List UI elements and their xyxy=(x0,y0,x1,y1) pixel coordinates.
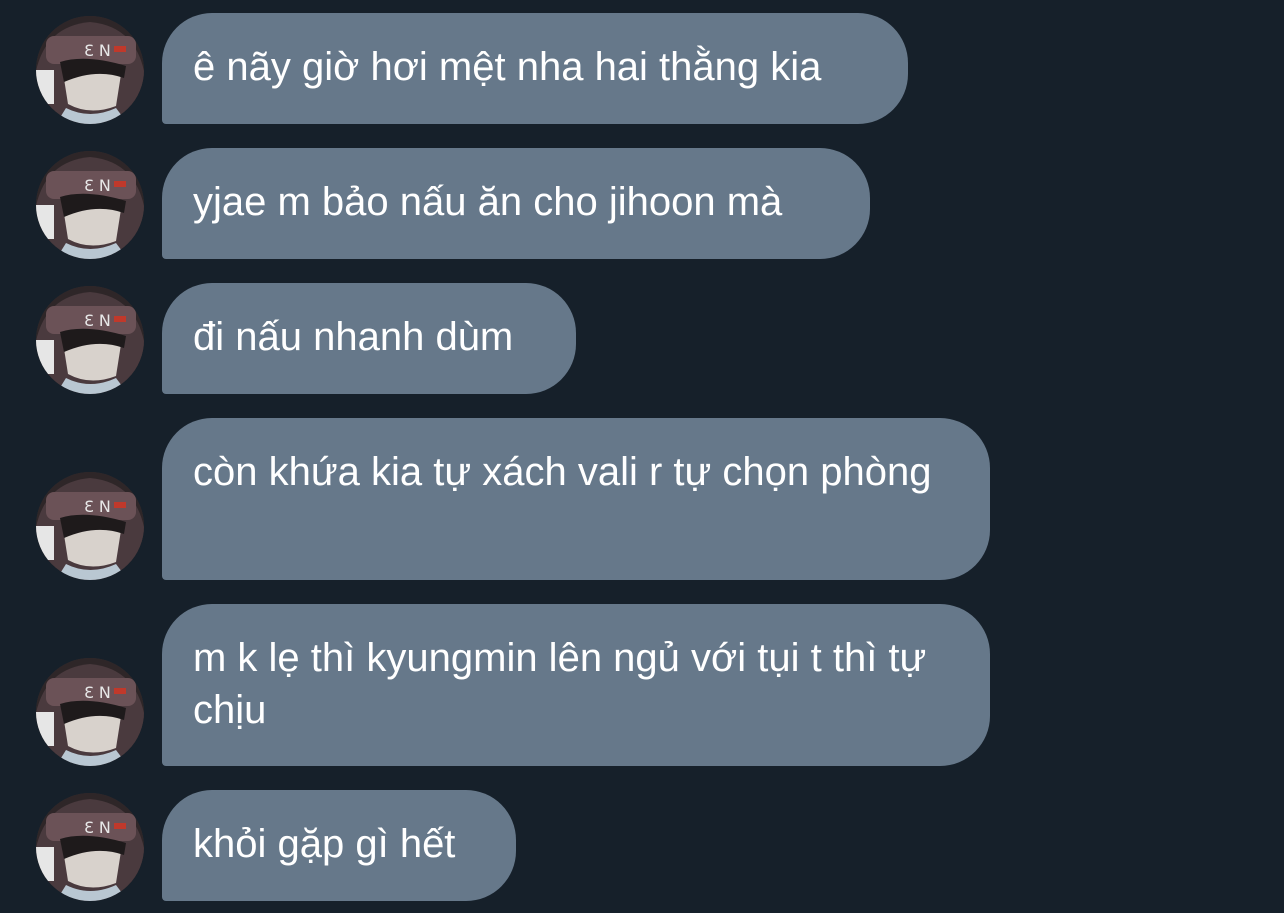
message-bubble[interactable]: ê nãy giờ hơi mệt nha hai thằng kia xyxy=(162,13,908,124)
svg-text:Ɛ N: Ɛ N xyxy=(84,311,111,330)
svg-text:Ɛ N: Ɛ N xyxy=(84,818,111,837)
avatar[interactable]: Ɛ N xyxy=(36,16,144,124)
avatar[interactable]: Ɛ N xyxy=(36,793,144,901)
avatar[interactable]: Ɛ N xyxy=(36,286,144,394)
svg-text:Ɛ N: Ɛ N xyxy=(84,41,111,60)
message-bubble[interactable]: đi nấu nhanh dùm xyxy=(162,283,576,394)
svg-text:Ɛ N: Ɛ N xyxy=(84,683,111,702)
avatar[interactable]: Ɛ N xyxy=(36,151,144,259)
avatar[interactable]: Ɛ N xyxy=(36,472,144,580)
message-bubble[interactable]: còn khứa kia tự xách vali r tự chọn phòn… xyxy=(162,418,990,580)
chat-thread: Ɛ N ê nãy giờ hơi mệt nha hai thằng kia … xyxy=(0,0,1284,913)
message-bubble[interactable]: khỏi gặp gì hết xyxy=(162,790,516,901)
svg-text:Ɛ N: Ɛ N xyxy=(84,497,111,516)
message-bubble[interactable]: m k lẹ thì kyungmin lên ngủ với tụi t th… xyxy=(162,604,990,766)
avatar[interactable]: Ɛ N xyxy=(36,658,144,766)
svg-text:Ɛ N: Ɛ N xyxy=(84,176,111,195)
message-bubble[interactable]: yjae m bảo nấu ăn cho jihoon mà xyxy=(162,148,870,259)
